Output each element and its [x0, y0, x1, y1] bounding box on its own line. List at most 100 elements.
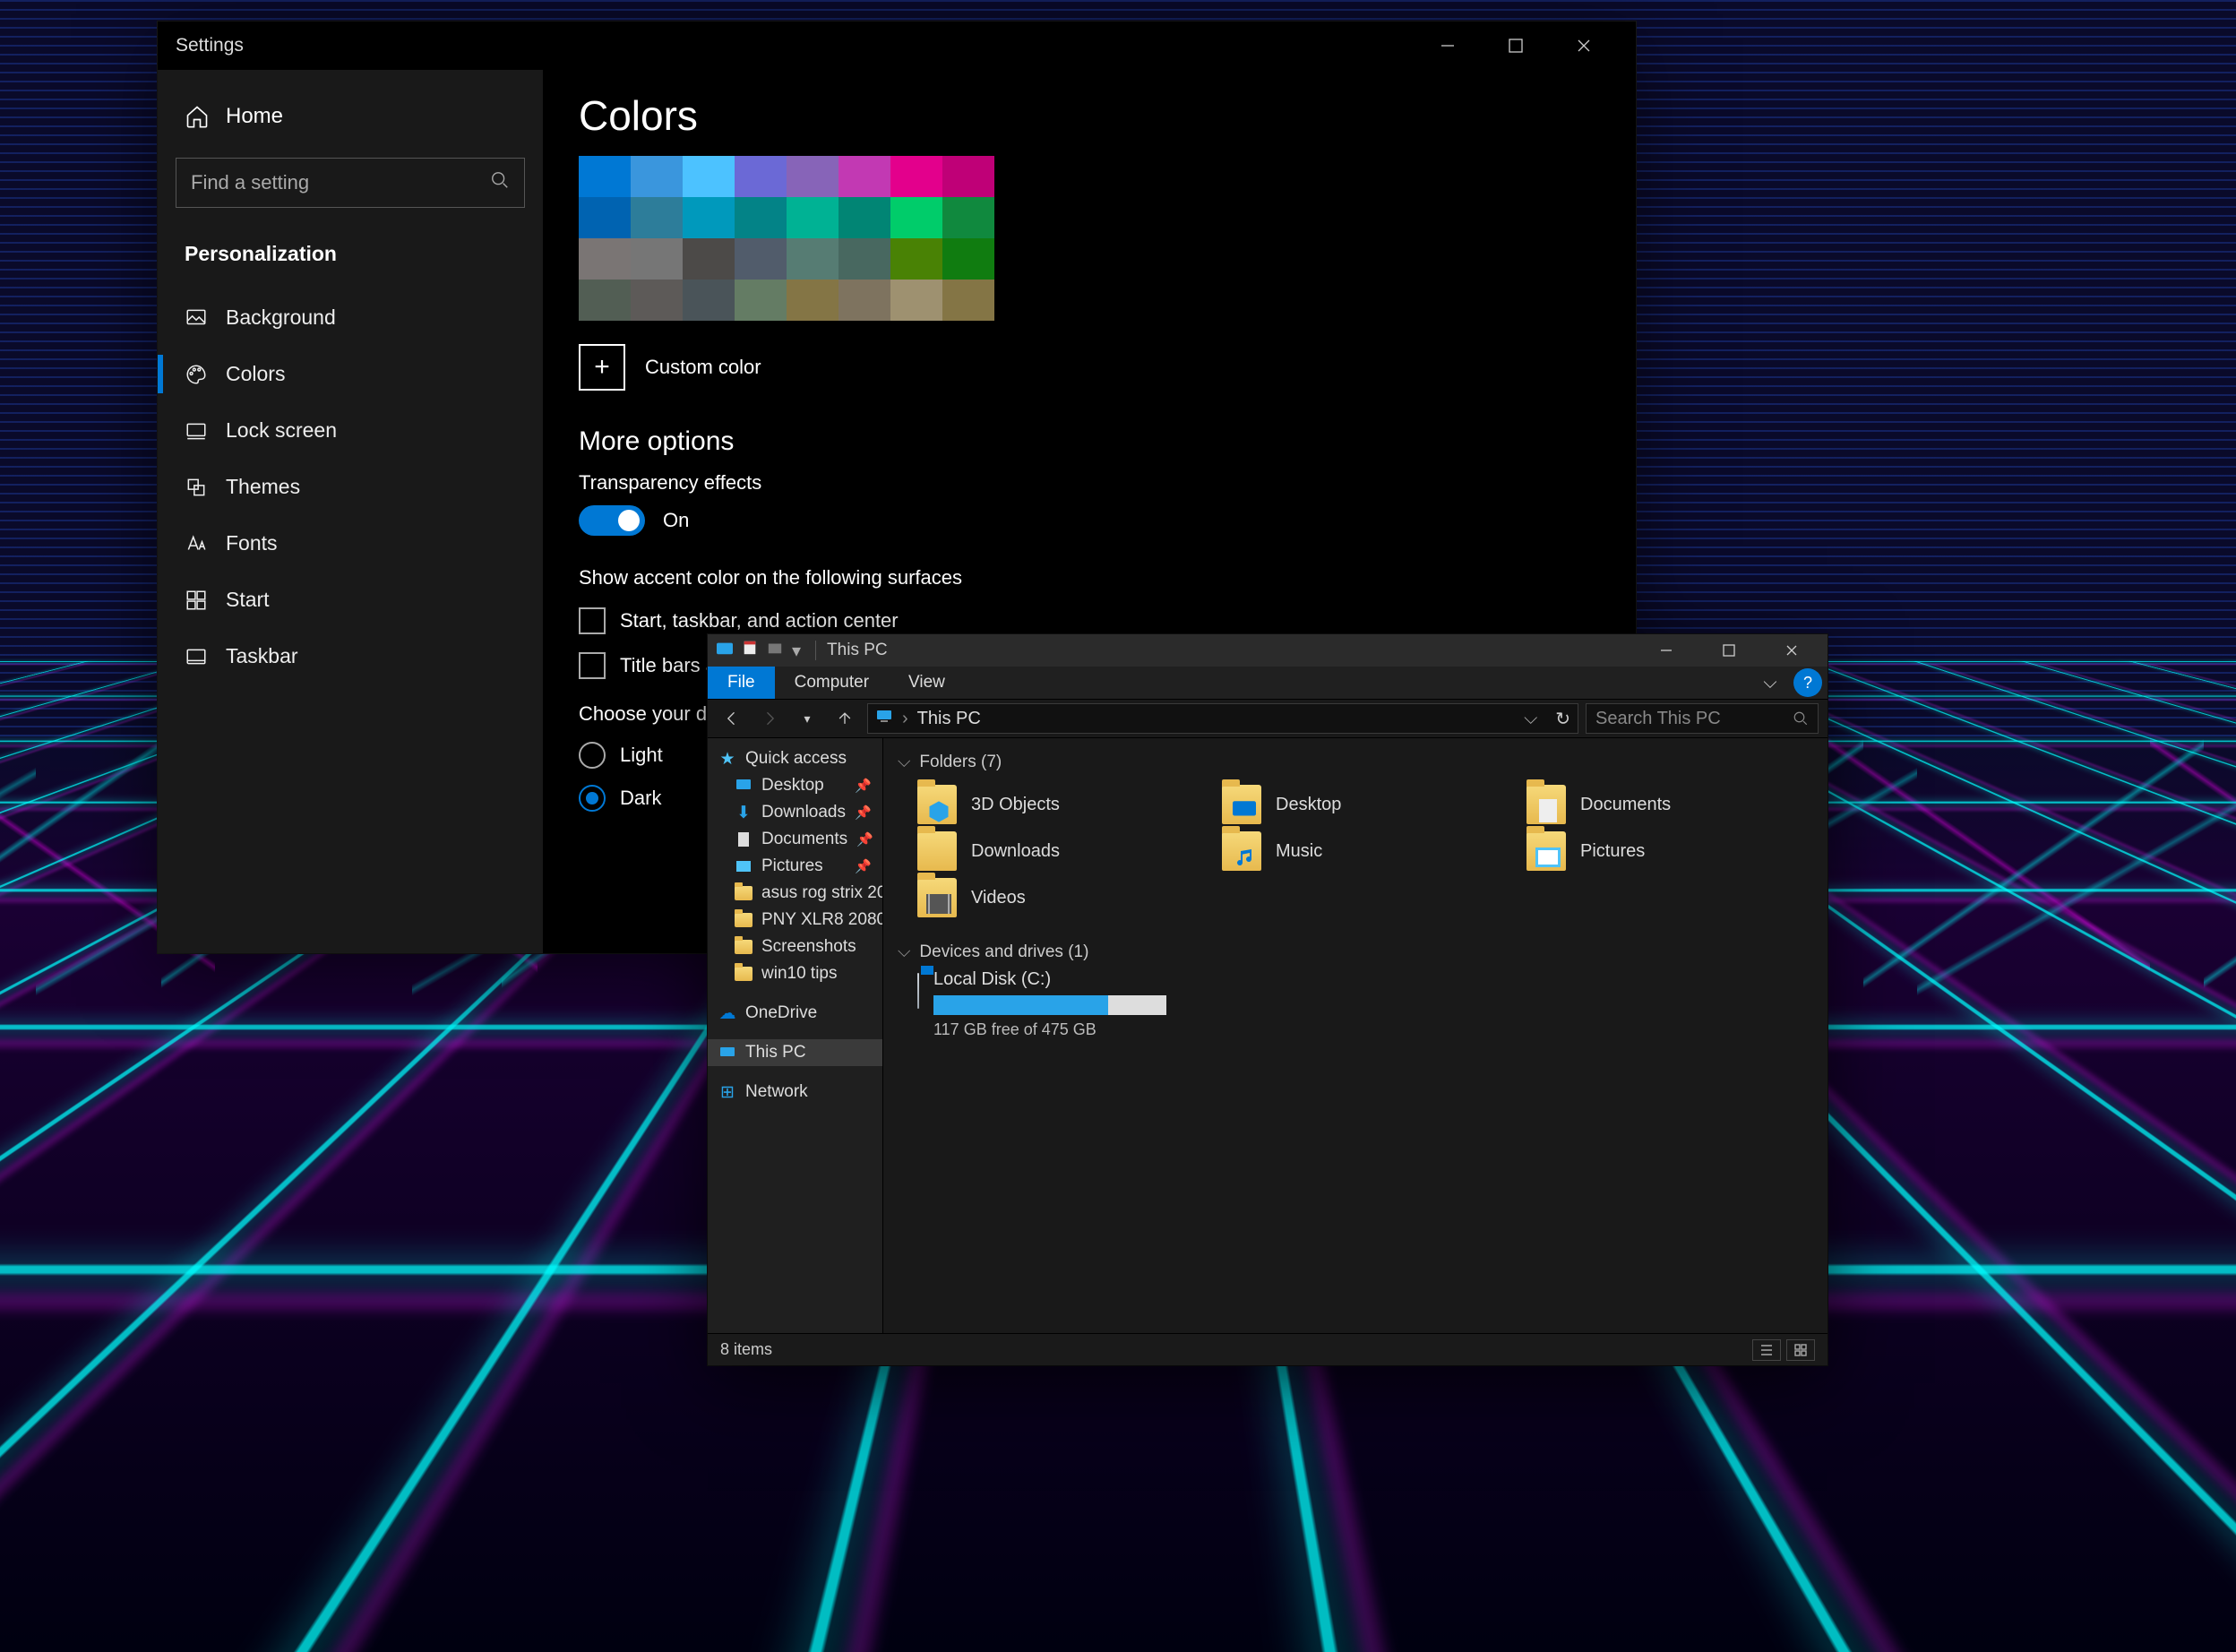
chevron-right-icon: ›: [902, 709, 908, 729]
nav-forward-button[interactable]: [754, 703, 785, 734]
explorer-minimize-button[interactable]: [1639, 634, 1693, 667]
color-swatch[interactable]: [631, 238, 683, 280]
navpane-documents[interactable]: Documents 📌: [708, 826, 882, 853]
nav-taskbar[interactable]: Taskbar: [158, 628, 543, 684]
navpane-thispc[interactable]: This PC: [708, 1039, 882, 1066]
explorer-titlebar[interactable]: ▾ This PC: [708, 634, 1828, 667]
navpane-quickaccess[interactable]: ★ Quick access: [708, 745, 882, 772]
maximize-button[interactable]: [1482, 22, 1550, 70]
color-swatch[interactable]: [631, 280, 683, 321]
qat-properties-icon[interactable]: [742, 640, 758, 661]
download-icon: ⬇: [735, 804, 752, 822]
color-swatch[interactable]: [942, 238, 994, 280]
home-button[interactable]: Home: [158, 91, 543, 142]
navpane-desktop[interactable]: Desktop 📌: [708, 772, 882, 799]
color-swatch[interactable]: [942, 197, 994, 238]
qat-newfolder-icon[interactable]: [767, 640, 783, 661]
color-swatch[interactable]: [631, 197, 683, 238]
color-swatch[interactable]: [631, 156, 683, 197]
navpane-pictures[interactable]: Pictures 📌: [708, 853, 882, 880]
transparency-toggle[interactable]: [579, 505, 645, 536]
settings-titlebar[interactable]: Settings: [158, 22, 1636, 70]
color-swatch[interactable]: [579, 156, 631, 197]
color-swatch[interactable]: [735, 197, 787, 238]
settings-search[interactable]: Find a setting: [176, 158, 525, 208]
color-swatch[interactable]: [838, 156, 890, 197]
folder-music[interactable]: Music: [1222, 831, 1491, 871]
nav-lockscreen[interactable]: Lock screen: [158, 402, 543, 459]
refresh-button[interactable]: ↻: [1555, 708, 1570, 730]
folder-desktop[interactable]: Desktop: [1222, 785, 1491, 824]
color-swatch[interactable]: [838, 280, 890, 321]
drive-c[interactable]: Local Disk (C:) 117 GB free of 475 GB: [898, 969, 1166, 1039]
color-swatch[interactable]: [683, 156, 735, 197]
navpane-onedrive[interactable]: ☁ OneDrive: [708, 1000, 882, 1027]
navpane-recent1[interactable]: asus rog strix 2080 review: [708, 880, 882, 907]
ribbon-tab-view[interactable]: View: [889, 667, 965, 699]
color-swatch[interactable]: [735, 280, 787, 321]
color-swatch[interactable]: [787, 238, 838, 280]
minimize-button[interactable]: [1414, 22, 1482, 70]
navpane-recent2[interactable]: PNY XLR8 2080 review: [708, 907, 882, 934]
color-swatch[interactable]: [942, 156, 994, 197]
ribbon-collapse-button[interactable]: ⌵: [1752, 667, 1788, 699]
color-swatch[interactable]: [890, 238, 942, 280]
ribbon-tab-view-label: View: [908, 673, 945, 693]
color-swatch[interactable]: [735, 156, 787, 197]
color-swatch[interactable]: [683, 197, 735, 238]
group-header-folders[interactable]: ⌵ Folders (7): [898, 745, 1813, 779]
nav-up-button[interactable]: [830, 703, 860, 734]
navpane-network[interactable]: ⊞ Network: [708, 1079, 882, 1106]
explorer-close-button[interactable]: [1765, 634, 1819, 667]
nav-back-button[interactable]: [717, 703, 747, 734]
color-swatch[interactable]: [942, 280, 994, 321]
color-swatch[interactable]: [838, 197, 890, 238]
ribbon-help-button[interactable]: ?: [1793, 668, 1822, 697]
palette-icon: [185, 363, 208, 386]
folder-pictures[interactable]: Pictures: [1526, 831, 1795, 871]
color-swatch[interactable]: [579, 238, 631, 280]
nav-taskbar-label: Taskbar: [226, 644, 298, 668]
view-details-button[interactable]: [1752, 1339, 1781, 1361]
group-header-drives[interactable]: ⌵ Devices and drives (1): [898, 935, 1813, 969]
color-swatch[interactable]: [787, 197, 838, 238]
color-swatch[interactable]: [579, 280, 631, 321]
color-swatch[interactable]: [683, 238, 735, 280]
folder-downloads[interactable]: Downloads: [917, 831, 1186, 871]
color-swatch[interactable]: [579, 197, 631, 238]
folder-3dobjects[interactable]: 3D Objects: [917, 785, 1186, 824]
nav-recent-button[interactable]: ▾: [792, 703, 822, 734]
nav-colors[interactable]: Colors: [158, 346, 543, 402]
close-button[interactable]: [1550, 22, 1618, 70]
folder-videos[interactable]: Videos: [917, 878, 1186, 917]
color-swatch[interactable]: [787, 280, 838, 321]
color-swatch[interactable]: [890, 197, 942, 238]
custom-color-button[interactable]: +: [579, 344, 625, 391]
breadcrumb-dropdown-icon[interactable]: ⌵: [1524, 709, 1537, 729]
custom-color-label: Custom color: [645, 356, 761, 379]
ribbon-tab-file[interactable]: File: [708, 667, 775, 699]
navpane-recent3[interactable]: Screenshots: [708, 934, 882, 960]
nav-fonts[interactable]: Fonts: [158, 515, 543, 572]
navpane-recent4[interactable]: win10 tips: [708, 960, 882, 987]
view-tiles-button[interactable]: [1786, 1339, 1815, 1361]
navpane-downloads[interactable]: ⬇ Downloads 📌: [708, 799, 882, 826]
nav-background[interactable]: Background: [158, 289, 543, 346]
qat-dropdown-icon[interactable]: ▾: [792, 640, 801, 662]
breadcrumb-bar[interactable]: › This PC ⌵ ↻: [867, 703, 1578, 734]
explorer-maximize-button[interactable]: [1702, 634, 1756, 667]
nav-themes[interactable]: Themes: [158, 459, 543, 515]
color-swatch[interactable]: [890, 280, 942, 321]
ribbon-tab-computer[interactable]: Computer: [775, 667, 889, 699]
color-swatch[interactable]: [683, 280, 735, 321]
breadcrumb-text: This PC: [917, 709, 981, 729]
nav-start[interactable]: Start: [158, 572, 543, 628]
explorer-search[interactable]: Search This PC: [1586, 703, 1819, 734]
folder-documents[interactable]: Documents: [1526, 785, 1795, 824]
color-swatch[interactable]: [838, 238, 890, 280]
checkbox-start-taskbar[interactable]: Start, taskbar, and action center: [579, 607, 1600, 634]
folder-icon: [735, 965, 752, 983]
color-swatch[interactable]: [787, 156, 838, 197]
color-swatch[interactable]: [735, 238, 787, 280]
color-swatch[interactable]: [890, 156, 942, 197]
